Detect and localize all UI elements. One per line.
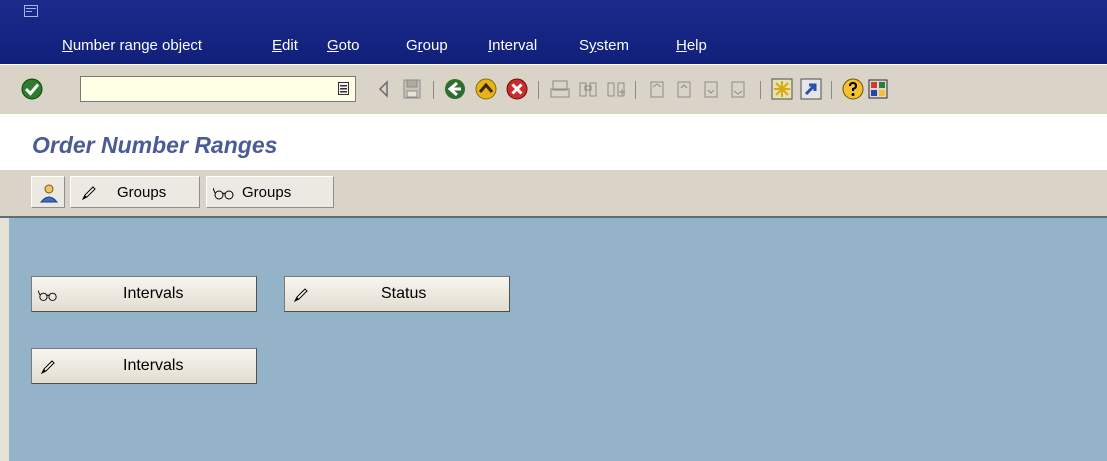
new-session-icon[interactable]: [770, 77, 794, 101]
back-arrow-icon[interactable]: [372, 77, 396, 101]
shortcut-icon[interactable]: [799, 77, 823, 101]
application-toolbar: Groups Groups: [0, 170, 1107, 218]
person-icon: [39, 184, 59, 203]
command-field: [80, 76, 356, 102]
change-intervals-button[interactable]: Intervals: [31, 348, 257, 384]
pencil-icon: [40, 360, 55, 375]
help-icon[interactable]: [841, 77, 865, 101]
prev-page-icon[interactable]: [672, 77, 696, 101]
menu-interval[interactable]: Interval: [488, 37, 537, 55]
title-bar: Order Number Ranges: [0, 114, 1107, 170]
change-groups-button[interactable]: Groups: [70, 176, 200, 208]
standard-toolbar: [0, 64, 1107, 114]
exit-icon[interactable]: [474, 77, 498, 101]
pencil-icon: [293, 288, 308, 303]
menu-edit[interactable]: Edit: [272, 37, 298, 55]
pencil-icon: [81, 186, 96, 201]
toolbar-separator: [831, 81, 832, 99]
toolbar-separator: [538, 81, 539, 99]
next-page-icon[interactable]: [699, 77, 723, 101]
save-icon[interactable]: [400, 77, 424, 101]
page-title: Order Number Ranges: [32, 132, 278, 158]
change-groups-label: Groups: [117, 184, 167, 201]
green-back-icon[interactable]: [443, 77, 467, 101]
menu-goto[interactable]: Goto: [327, 37, 360, 55]
display-intervals-button[interactable]: Intervals: [31, 276, 257, 312]
menu-help[interactable]: Help: [676, 37, 707, 55]
display-groups-button[interactable]: Groups: [206, 176, 334, 208]
system-menu-icon[interactable]: [24, 5, 38, 17]
command-input[interactable]: [81, 77, 335, 101]
main-area: Intervals Status Intervals: [0, 218, 1107, 461]
enter-icon[interactable]: [20, 77, 44, 101]
find-icon[interactable]: [576, 77, 600, 101]
glasses-icon: [213, 187, 234, 200]
last-page-icon[interactable]: [726, 77, 750, 101]
menu-group[interactable]: Group: [406, 37, 448, 55]
print-icon[interactable]: [548, 77, 572, 101]
change-status-button[interactable]: Status: [284, 276, 510, 312]
display-intervals-label: Intervals: [123, 285, 184, 302]
menu-bar: Number range object Edit Goto Group Inte…: [0, 0, 1107, 64]
change-intervals-label: Intervals: [123, 357, 184, 374]
display-groups-label: Groups: [242, 184, 292, 201]
menu-system[interactable]: System: [579, 37, 629, 55]
display-user-button[interactable]: [31, 176, 65, 208]
first-page-icon[interactable]: [645, 77, 669, 101]
find-next-icon[interactable]: [604, 77, 628, 101]
toolbar-separator: [635, 81, 636, 99]
toolbar-separator: [760, 81, 761, 99]
toolbar-separator: [433, 81, 434, 99]
menu-number-range-object[interactable]: Number range object: [62, 37, 202, 55]
change-status-label: Status: [381, 285, 427, 302]
glasses-icon: [38, 290, 57, 301]
command-history-icon[interactable]: [338, 82, 349, 95]
cancel-icon[interactable]: [505, 77, 529, 101]
layout-icon[interactable]: [867, 77, 891, 101]
